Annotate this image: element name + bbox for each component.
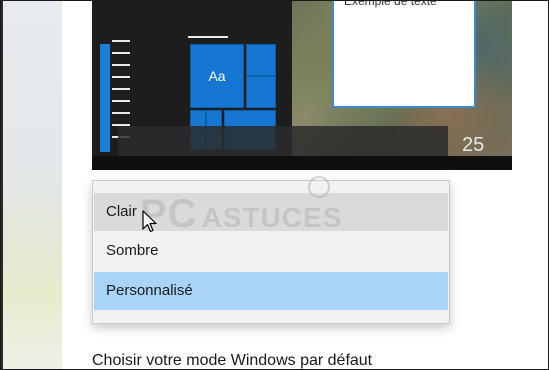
start-menu-line — [112, 76, 130, 78]
tile — [246, 44, 276, 76]
preview-bottom-bar — [92, 156, 512, 170]
window-edge — [0, 0, 3, 370]
start-menu-line — [112, 40, 130, 42]
start-menu-line — [112, 52, 130, 54]
option-personnalise[interactable]: Personnalisé — [94, 272, 448, 310]
default-mode-label: Choisir votre mode Windows par défaut — [92, 352, 373, 369]
tiles-header-line — [188, 36, 228, 38]
color-mode-dropdown[interactable]: Clair Sombre Personnalisé — [92, 180, 450, 324]
option-sombre[interactable]: Sombre — [94, 232, 448, 270]
start-menu-line — [112, 112, 130, 114]
start-menu-strip — [100, 44, 110, 152]
tile — [246, 76, 276, 108]
preview-clock: 25 — [462, 134, 485, 156]
preview-taskbar — [118, 126, 448, 158]
sample-window: Exemple de texte — [332, 0, 476, 108]
sample-text: Exemple de texte — [344, 0, 437, 8]
start-menu-line — [112, 64, 130, 66]
start-menu-line — [112, 88, 130, 90]
option-clair[interactable]: Clair — [94, 193, 448, 231]
left-sidebar-strip — [0, 0, 62, 370]
tile-aa: Aa — [190, 44, 244, 108]
start-menu-line — [112, 100, 130, 102]
